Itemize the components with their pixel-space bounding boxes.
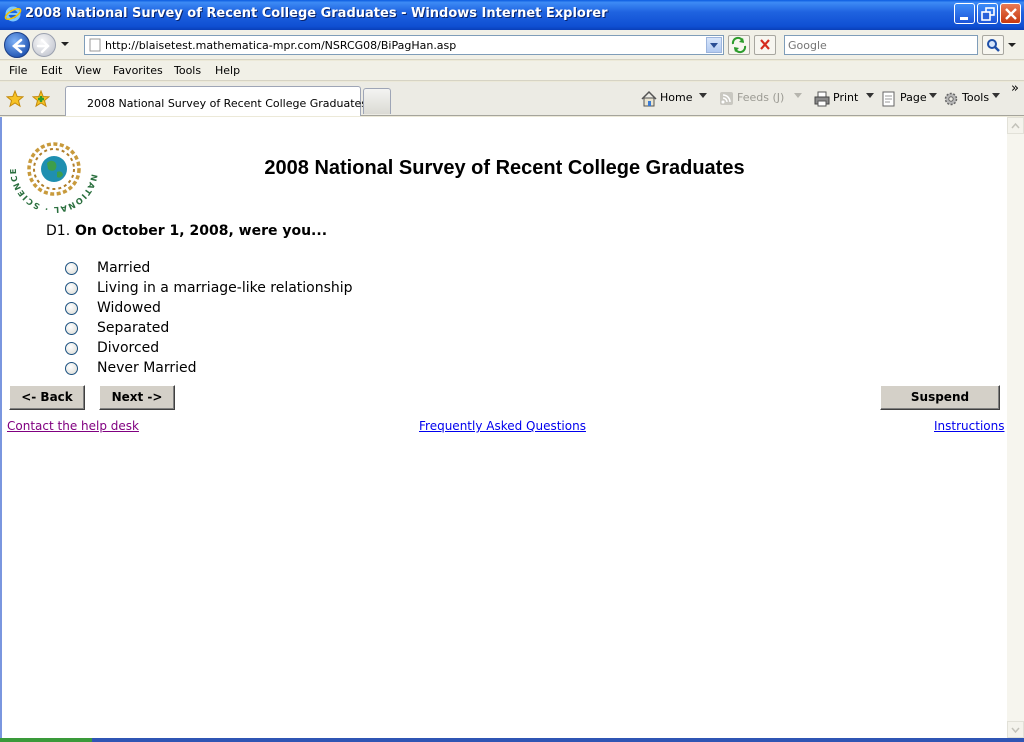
add-favorite-icon[interactable] [32, 90, 50, 108]
back-button[interactable]: <- Back [9, 385, 85, 410]
search-icon [987, 39, 1000, 52]
url-input[interactable] [105, 37, 705, 53]
new-tab-button[interactable] [363, 88, 391, 114]
recent-pages-dropdown[interactable] [60, 38, 70, 50]
option-label[interactable]: Separated [97, 320, 169, 336]
radio-button[interactable] [65, 322, 78, 335]
vertical-scrollbar[interactable] [1007, 117, 1024, 738]
page-title: 2008 National Survey of Recent College G… [264, 157, 745, 179]
stop-icon [760, 39, 770, 50]
question-text: On October 1, 2008, were you... [75, 223, 328, 239]
tools-menu-button[interactable]: Tools [942, 90, 994, 108]
arrow-left-icon [12, 38, 26, 54]
instructions-link[interactable]: Instructions [934, 419, 1004, 433]
toolbar-overflow-chevron[interactable]: » [1011, 81, 1019, 99]
radio-button[interactable] [65, 302, 78, 315]
internet-explorer-icon [4, 6, 22, 22]
feeds-dropdown-icon[interactable] [794, 93, 802, 99]
home-dropdown-icon[interactable] [699, 93, 707, 99]
search-options-dropdown[interactable] [1006, 35, 1018, 55]
page-icon [89, 38, 101, 52]
print-button[interactable]: Print [813, 90, 868, 108]
radio-button[interactable] [65, 262, 78, 275]
tab-label: 2008 National Survey of Recent College G… [87, 97, 368, 110]
close-button[interactable] [1000, 3, 1021, 24]
home-icon [641, 90, 657, 107]
option-label[interactable]: Never Married [97, 360, 197, 376]
help-desk-link[interactable]: Contact the help desk [7, 419, 139, 433]
back-nav-button[interactable] [4, 32, 30, 58]
stop-button[interactable] [754, 35, 776, 55]
forward-nav-button[interactable] [32, 33, 56, 57]
option-label[interactable]: Divorced [97, 340, 159, 356]
tools-dropdown-icon[interactable] [992, 93, 1000, 99]
page-menu-button[interactable]: Page [880, 90, 930, 108]
chevron-down-icon [1011, 727, 1020, 734]
search-box[interactable] [784, 35, 978, 55]
scroll-up-button[interactable] [1007, 117, 1024, 134]
menu-file[interactable]: File [9, 64, 27, 77]
page-label: Page [900, 91, 927, 104]
feeds-label: Feeds (J) [737, 91, 785, 104]
search-input[interactable] [785, 36, 975, 54]
page-icon [882, 91, 895, 107]
menu-tools[interactable]: Tools [174, 64, 201, 77]
arrow-right-icon [36, 38, 50, 54]
taskbar-edge [0, 738, 1024, 742]
chevron-up-icon [1011, 122, 1020, 129]
address-bar[interactable] [84, 35, 724, 55]
menu-favorites[interactable]: Favorites [113, 64, 163, 77]
option-label[interactable]: Married [97, 260, 150, 276]
faq-link[interactable]: Frequently Asked Questions [419, 419, 586, 433]
scroll-down-button[interactable] [1007, 721, 1024, 738]
menu-edit[interactable]: Edit [41, 64, 62, 77]
menu-view[interactable]: View [75, 64, 101, 77]
window-title-bar[interactable]: 2008 National Survey of Recent College G… [0, 0, 1024, 30]
next-button[interactable]: Next -> [99, 385, 175, 410]
minimize-icon [960, 17, 968, 20]
refresh-button[interactable] [728, 35, 750, 55]
page-dropdown-icon[interactable] [929, 93, 937, 99]
refresh-icon [731, 36, 747, 54]
minimize-button[interactable] [954, 3, 975, 24]
radio-button[interactable] [65, 362, 78, 375]
home-label: Home [660, 91, 693, 104]
radio-button[interactable] [65, 282, 78, 295]
restore-button[interactable] [977, 3, 998, 24]
option-label[interactable]: Living in a marriage-like relationship [97, 280, 353, 296]
printer-icon [814, 91, 830, 107]
feed-icon [720, 92, 733, 105]
chevron-down-icon [710, 43, 718, 48]
print-dropdown-icon[interactable] [866, 93, 874, 99]
feeds-button[interactable]: Feeds (J) [718, 90, 793, 108]
address-toolbar [0, 30, 1024, 60]
print-label: Print [833, 91, 859, 104]
menu-bar: File Edit View Favorites Tools Help [0, 61, 1024, 81]
tools-label: Tools [962, 91, 990, 104]
menu-help[interactable]: Help [215, 64, 240, 77]
favorites-star-icon[interactable] [6, 90, 24, 108]
address-dropdown[interactable] [706, 37, 722, 53]
question-number: D1. [46, 223, 71, 239]
gear-icon [944, 92, 958, 106]
close-icon [1005, 8, 1017, 20]
option-label[interactable]: Widowed [97, 300, 161, 316]
suspend-button[interactable]: Suspend [880, 385, 1000, 410]
tab-bar: 2008 National Survey of Recent College G… [0, 81, 1024, 116]
radio-button[interactable] [65, 342, 78, 355]
page-content: NATIONAL · SCIENCE · FOUNDATION 2008 Nat… [0, 117, 1007, 738]
search-button[interactable] [982, 35, 1004, 55]
window-title: 2008 National Survey of Recent College G… [25, 6, 608, 21]
tab-survey[interactable]: 2008 National Survey of Recent College G… [65, 86, 367, 116]
restore-icon [981, 7, 995, 21]
